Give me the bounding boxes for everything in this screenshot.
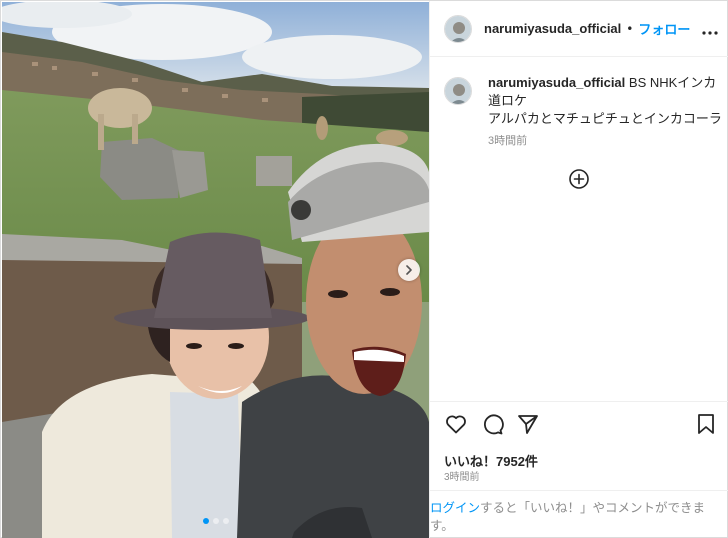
more-options-button[interactable] [702, 20, 718, 39]
comment-icon [484, 414, 504, 435]
caption-line-1: narumiyasuda_official BS NHKインカ道ロケ [488, 74, 724, 110]
send-icon [518, 415, 538, 434]
carousel-dot [222, 518, 229, 524]
caption-text-2: アルパカとマチュピチュとインカコーラ [488, 111, 722, 126]
load-more-comments-button[interactable] [568, 168, 590, 190]
chevron-right-icon [406, 265, 412, 275]
post-header: narumiyasuda_official • フォロー [430, 1, 728, 57]
like-button[interactable] [444, 412, 468, 436]
login-prompt: ログインすると「いいね！」やコメントができます。 [430, 499, 726, 535]
avatar[interactable] [444, 14, 472, 43]
caption-body: narumiyasuda_official BS NHKインカ道ロケ アルパカと… [488, 74, 724, 150]
divider [430, 401, 728, 402]
post-timestamp: 3時間前 [444, 472, 480, 483]
comment-button[interactable] [480, 412, 504, 436]
post-embed: narumiyasuda_official • フォロー narumiyasud… [0, 0, 728, 538]
caption-avatar[interactable] [444, 77, 472, 105]
save-button[interactable] [694, 412, 718, 436]
avatar-image [445, 15, 471, 42]
header-username[interactable]: narumiyasuda_official [484, 21, 621, 36]
bookmark-icon [698, 414, 714, 434]
post-photo[interactable] [2, 2, 429, 538]
heart-icon [446, 415, 466, 434]
carousel-next-button[interactable] [398, 259, 420, 281]
login-link[interactable]: ログイン [430, 501, 480, 515]
share-button[interactable] [516, 412, 540, 436]
post-caption: narumiyasuda_official BS NHKインカ道ロケ アルパカと… [444, 74, 724, 150]
post-side-panel: narumiyasuda_official • フォロー narumiyasud… [429, 1, 728, 538]
more-horizontal-icon [702, 31, 718, 35]
plus-circle-icon [569, 169, 589, 189]
divider [430, 490, 728, 491]
photo-illustration [2, 2, 429, 538]
header-separator: • [626, 21, 634, 36]
action-bar [444, 412, 719, 438]
carousel-indicator [2, 518, 429, 524]
carousel-dot-active [202, 518, 209, 524]
caption-timestamp: 3時間前 [488, 135, 528, 147]
carousel-dot [212, 518, 219, 524]
follow-button[interactable]: フォロー [638, 19, 690, 38]
caption-username[interactable]: narumiyasuda_official [488, 75, 625, 90]
avatar-image [445, 78, 471, 104]
